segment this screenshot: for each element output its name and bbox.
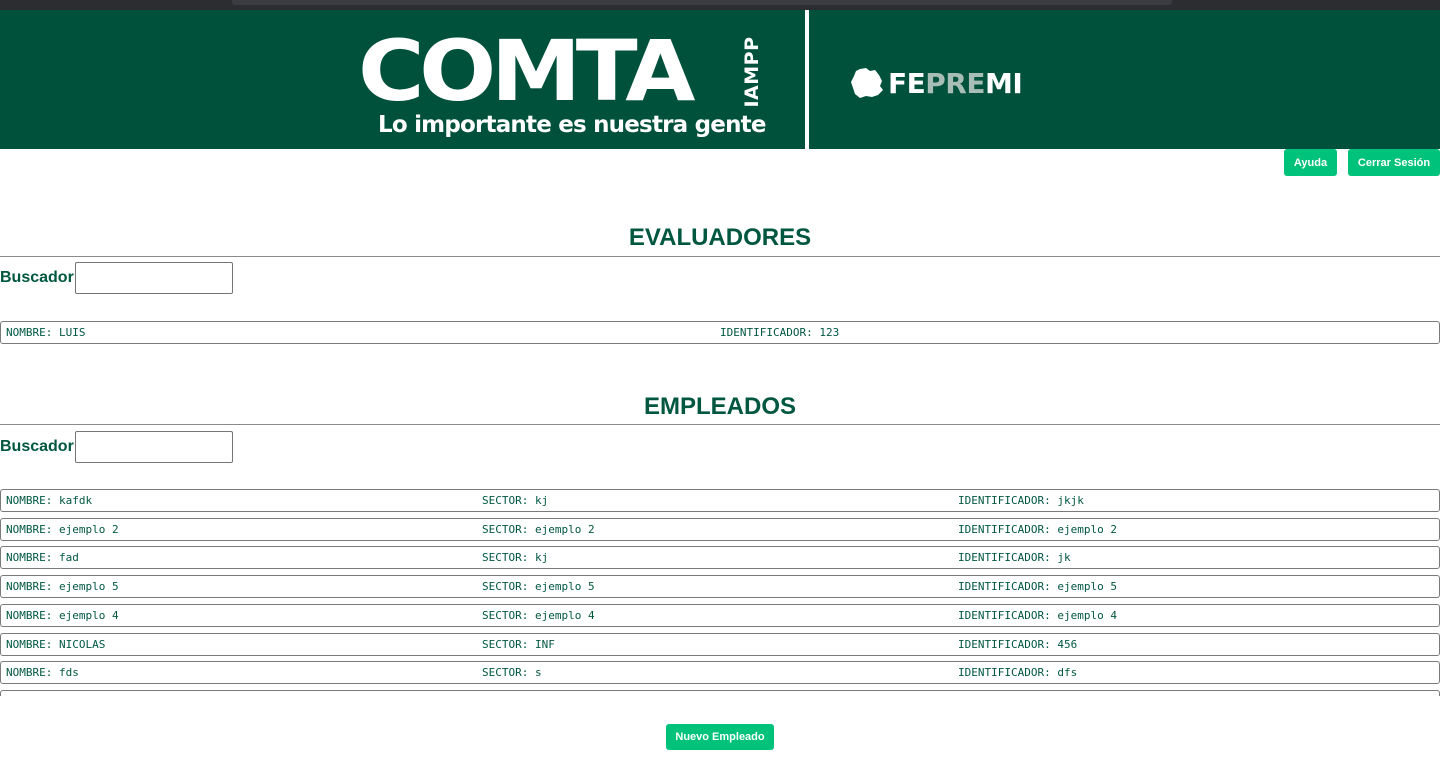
empleados-list[interactable]: NOMBRE: kafdk SECTOR: kj IDENTIFICADOR: …: [0, 488, 1440, 696]
empleado-identificador: IDENTIFICADOR: ejemplo 2: [958, 522, 1117, 536]
empleado-nombre: NOMBRE: ejemplo 4: [6, 608, 119, 622]
empleado-nombre: NOMBRE: NICOLAS: [6, 637, 106, 651]
fepremi-logo: FEPREMI: [850, 66, 1070, 106]
iampp-text: IAMPP: [741, 36, 763, 108]
browser-top-strip-inner: [232, 0, 1172, 5]
evaluador-identificador: IDENTIFICADOR: 123: [720, 326, 840, 339]
empleado-nombre: NOMBRE: fds: [6, 666, 79, 680]
comta-logo-wordmark: COMTA: [358, 22, 695, 120]
empleado-identificador: IDENTIFICADOR: jkjk: [958, 494, 1084, 507]
tagline: Lo importante es nuestra gente: [378, 112, 766, 138]
fepremi-part-mi: MI: [984, 67, 1023, 100]
empleado-identificador: IDENTIFICADOR: 456: [958, 637, 1078, 651]
empleados-search-input[interactable]: [75, 431, 233, 463]
header-divider: [805, 10, 809, 149]
comta-logo: COMTA IAMPP Lo importante es nuestra gen…: [358, 22, 778, 142]
empleados-search-label: Buscador:: [0, 438, 80, 455]
empleado-sector: SECTOR: ejemplo 2: [482, 522, 595, 536]
empleado-row[interactable]: NOMBRE: NICOLAS SECTOR: INF IDENTIFICADO…: [0, 632, 1440, 656]
empleado-row-partial[interactable]: [0, 689, 1440, 696]
logout-button[interactable]: Cerrar Sesión: [1348, 149, 1440, 176]
evaluador-nombre: NOMBRE: LUIS: [6, 326, 86, 339]
new-employee-button[interactable]: Nuevo Empleado: [666, 724, 774, 750]
empleado-identificador: IDENTIFICADOR: ejemplo 5: [958, 580, 1117, 594]
evaluadores-divider: [0, 256, 1440, 257]
empleado-sector: SECTOR: ejemplo 4: [482, 608, 595, 622]
evaluadores-search-input[interactable]: [75, 262, 233, 294]
empleado-sector: SECTOR: kj: [482, 494, 549, 507]
empleado-sector: SECTOR: s: [482, 666, 542, 680]
empleado-identificador: IDENTIFICADOR: ejemplo 4: [958, 608, 1117, 622]
empleados-divider: [0, 424, 1440, 425]
empleado-nombre: NOMBRE: kafdk: [6, 494, 93, 507]
empleado-sector: SECTOR: INF: [482, 637, 555, 651]
fepremi-part-fe: FE: [888, 67, 926, 100]
empleado-nombre: NOMBRE: fad: [6, 551, 79, 565]
empleado-identificador: IDENTIFICADOR: dfs: [958, 666, 1078, 680]
uruguay-map-icon: [851, 68, 883, 98]
evaluadores-title: EVALUADORES: [628, 224, 812, 251]
empleado-row[interactable]: NOMBRE: kafdk SECTOR: kj IDENTIFICADOR: …: [0, 489, 1440, 512]
evaluador-row[interactable]: NOMBRE: LUIS IDENTIFICADOR: 123: [0, 321, 1440, 344]
fepremi-part-pre: PRE: [925, 67, 985, 100]
empleado-identificador: IDENTIFICADOR: jk: [958, 551, 1071, 565]
header-banner: COMTA IAMPP Lo importante es nuestra gen…: [0, 10, 1440, 149]
empleado-sector: SECTOR: kj: [482, 551, 549, 565]
empleado-row[interactable]: NOMBRE: fad SECTOR: kj IDENTIFICADOR: jk: [0, 546, 1440, 570]
fepremi-wordmark: FEPREMI: [888, 67, 1023, 100]
empleado-row[interactable]: NOMBRE: ejemplo 2 SECTOR: ejemplo 2 IDEN…: [0, 517, 1440, 541]
empleado-nombre: NOMBRE: ejemplo 2: [6, 522, 119, 536]
empleado-row[interactable]: NOMBRE: fds SECTOR: s IDENTIFICADOR: dfs: [0, 661, 1440, 685]
empleado-sector: SECTOR: ejemplo 5: [482, 580, 595, 594]
empleado-row[interactable]: NOMBRE: ejemplo 4 SECTOR: ejemplo 4 IDEN…: [0, 603, 1440, 627]
browser-top-strip: [0, 0, 1440, 10]
empleados-title: EMPLEADOS: [643, 393, 796, 420]
help-button[interactable]: Ayuda: [1284, 149, 1337, 176]
empleado-row[interactable]: NOMBRE: ejemplo 5 SECTOR: ejemplo 5 IDEN…: [0, 575, 1440, 599]
empleado-nombre: NOMBRE: ejemplo 5: [6, 580, 119, 594]
evaluadores-search-label: Buscador:: [0, 269, 80, 286]
iampp-label: IAMPP: [740, 36, 764, 108]
